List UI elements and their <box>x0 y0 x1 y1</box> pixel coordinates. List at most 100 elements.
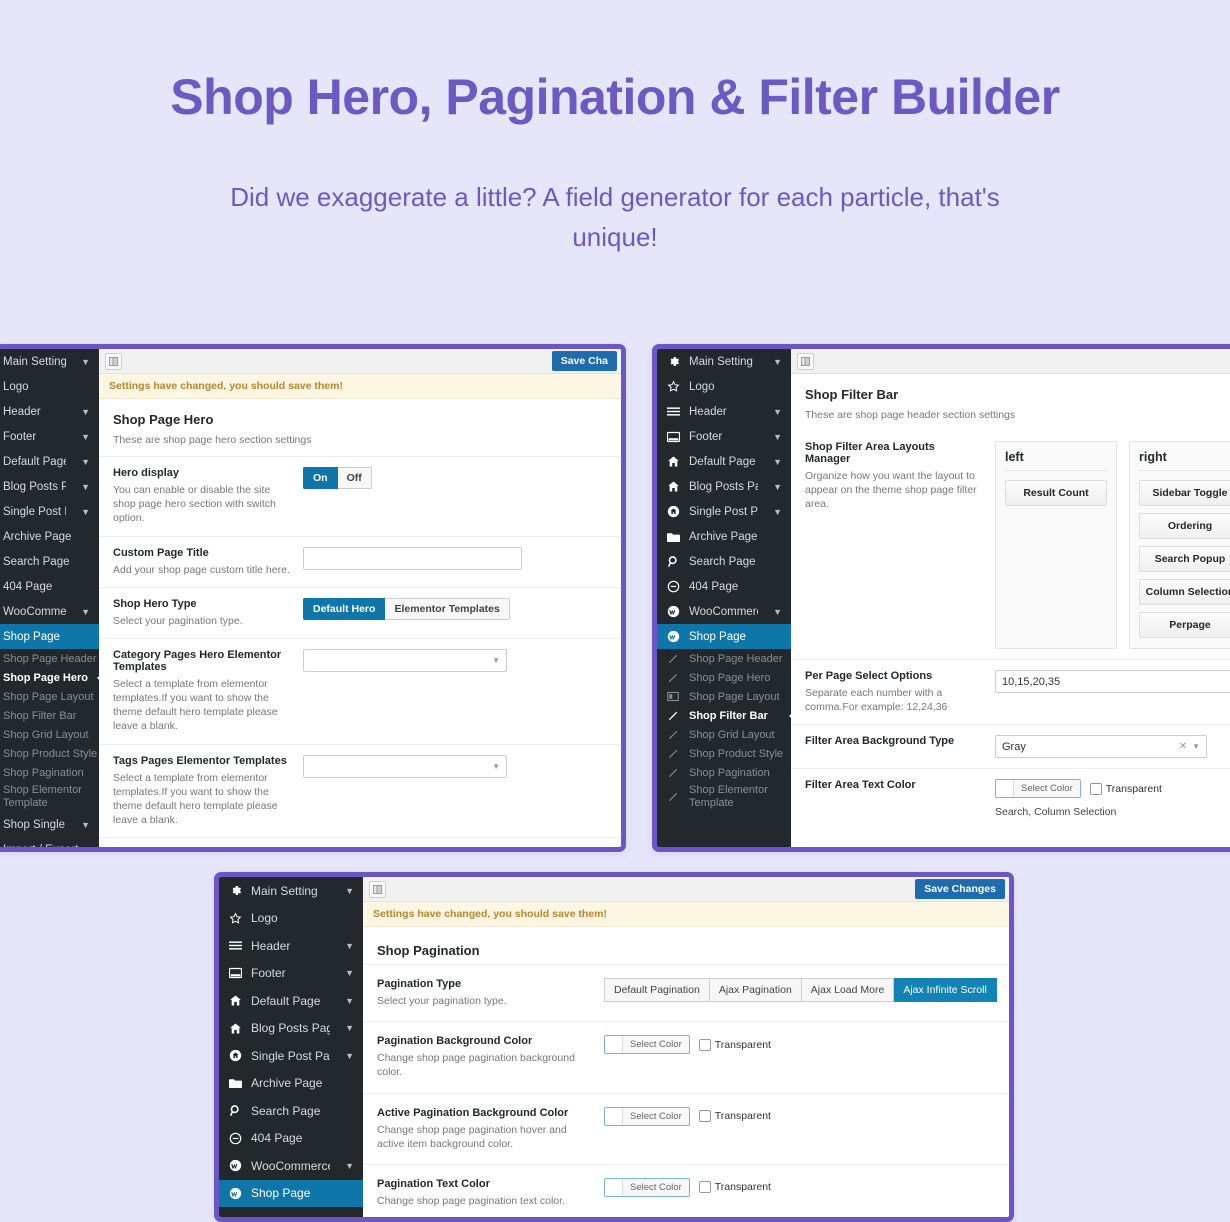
sidebar-item-woocommerce[interactable]: WooCommerce ▼ <box>219 1152 363 1180</box>
sidebar-item-archive-page[interactable]: Archive Page <box>0 524 99 549</box>
sidebar-item-main-setting[interactable]: Main Setting ▼ <box>219 877 363 905</box>
sidebar-subitem-shop-pagination[interactable]: Shop Pagination <box>657 763 791 782</box>
sidebar-item-default-page[interactable]: Default Page ▼ <box>0 449 99 474</box>
select-color-button[interactable]: Select Color <box>995 779 1081 799</box>
sidebar-item-shop-page[interactable]: Shop Page <box>0 624 99 649</box>
sidebar-item-search-page[interactable]: Search Page <box>657 549 791 574</box>
save-changes-button[interactable]: Save Changes <box>915 879 1005 899</box>
sidebar-item-footer[interactable]: Footer ▼ <box>219 960 363 988</box>
transparent-checkbox-wrap[interactable]: Transparent <box>1089 782 1162 795</box>
transparent-checkbox-wrap[interactable]: Transparent <box>698 1181 771 1194</box>
sidebar-item-label: Search Page <box>251 1103 321 1118</box>
sidebar-item-woocommerce[interactable]: WooCommerce ▼ <box>657 599 791 624</box>
sidebar-item-404-page[interactable]: 404 Page <box>219 1125 363 1153</box>
hero-type-default-button[interactable]: Default Hero <box>303 597 386 620</box>
hero-display-off-button[interactable]: Off <box>337 467 372 489</box>
sidebar-subitem-shop-page-hero[interactable]: Shop Page Hero <box>657 668 791 687</box>
sidebar-item-shop-single-page[interactable]: Shop Single Page ▼ <box>0 812 99 837</box>
sidebar-subitem-shop-filter-bar[interactable]: Shop Filter Bar <box>0 706 99 725</box>
collapse-panel-icon[interactable] <box>369 880 386 898</box>
sidebar-subitem-label: Shop Page Header <box>3 652 97 665</box>
sortable-item-ordering[interactable]: Ordering <box>1139 513 1230 539</box>
sidebar-subitem-shop-product-style[interactable]: Shop Product Style <box>0 744 99 763</box>
sidebar-item-default-page[interactable]: Default Page ▼ <box>219 987 363 1015</box>
sidebar-subitem-shop-filter-bar[interactable]: Shop Filter Bar <box>657 706 791 725</box>
sidebar-subitem-shop-page-header[interactable]: Shop Page Header <box>0 649 99 668</box>
sidebar-item-single-post-page[interactable]: Single Post Page ▼ <box>219 1042 363 1070</box>
sidebar-item-default-page[interactable]: Default Page ▼ <box>657 449 791 474</box>
sidebar-item-footer[interactable]: Footer ▼ <box>657 424 791 449</box>
sidebar-item-archive-page[interactable]: Archive Page <box>657 524 791 549</box>
sidebar-item-search-page[interactable]: Search Page <box>0 549 99 574</box>
transparent-checkbox-wrap[interactable]: Transparent <box>698 1110 771 1123</box>
sidebar-item-blog-posts-page[interactable]: Blog Posts Page ▼ <box>0 474 99 499</box>
sortable-item-search-popup[interactable]: Search Popup <box>1139 546 1230 572</box>
window-icon <box>666 430 680 444</box>
select-color-button[interactable]: Select Color <box>604 1177 690 1197</box>
sidebar-item-logo[interactable]: Logo <box>219 905 363 933</box>
sidebar-subitem-shop-elementor-template[interactable]: Shop Elementor Template <box>657 782 791 812</box>
sidebar-subitem-shop-page-layout[interactable]: Shop Page Layout <box>657 687 791 706</box>
sidebar-subitem-shop-elementor-template[interactable]: Shop Elementor Template <box>0 782 99 812</box>
sortable-item-column-selection[interactable]: Column Selection <box>1139 579 1230 605</box>
sidebar-item-shop-page[interactable]: Shop Page <box>657 624 791 649</box>
sortable-item-sidebar-toggle[interactable]: Sidebar Toggle <box>1139 480 1230 506</box>
per-page-select-options-input[interactable]: 10,15,20,35 <box>995 670 1230 693</box>
sidebar-item-search-page[interactable]: Search Page <box>219 1097 363 1125</box>
transparent-checkbox[interactable] <box>698 1038 711 1051</box>
select-color-button[interactable]: Select Color <box>604 1106 690 1126</box>
sortable-item-result-count[interactable]: Result Count <box>1005 480 1107 506</box>
save-changes-button[interactable]: Save Cha <box>551 351 617 371</box>
sidebar-item-main-setting[interactable]: Main Setting ▼ <box>0 349 99 374</box>
sidebar-item-label: Single Post Page <box>251 1048 330 1063</box>
sidebar-item-logo[interactable]: Logo <box>657 374 791 399</box>
sidebar-item-header[interactable]: Header ▼ <box>657 399 791 424</box>
pagination-type-ajax[interactable]: Ajax Pagination <box>709 978 802 1002</box>
sidebar-item-woocommerce[interactable]: WooCommerce ▼ <box>0 599 99 624</box>
transparent-checkbox[interactable] <box>1089 782 1102 795</box>
sidebar-item-label: Blog Posts Page <box>3 480 66 493</box>
sidebar-item-import-export[interactable]: Import / Export <box>0 837 99 848</box>
hero-type-elementor-button[interactable]: Elementor Templates <box>385 597 510 620</box>
pagination-type-ajax-infinite-scroll[interactable]: Ajax Infinite Scroll <box>894 978 997 1002</box>
field-description: Change shop page pagination hover and ac… <box>377 1123 567 1150</box>
sidebar-subitem-label: Shop Page Layout <box>3 690 94 703</box>
sidebar-item-blog-posts-page[interactable]: Blog Posts Page ▼ <box>657 474 791 499</box>
sidebar-item-logo[interactable]: Logo <box>0 374 99 399</box>
collapse-panel-icon[interactable] <box>105 352 122 370</box>
sidebar-subitem-shop-product-style[interactable]: Shop Product Style <box>657 744 791 763</box>
sidebar-item-main-setting[interactable]: Main Setting ▼ <box>657 349 791 374</box>
transparent-checkbox[interactable] <box>698 1181 711 1194</box>
sidebar-subitem-shop-page-header[interactable]: Shop Page Header <box>657 649 791 668</box>
sidebar-item-header[interactable]: Header ▼ <box>219 932 363 960</box>
sidebar-item-single-post-page[interactable]: Single Post Page ▼ <box>0 499 99 524</box>
section-title: Shop Filter Bar <box>805 387 899 402</box>
category-templates-select[interactable]: ▼ <box>303 648 507 672</box>
sidebar-item-404-page[interactable]: 404 Page <box>0 574 99 599</box>
sidebar-subitem-shop-grid-layout[interactable]: Shop Grid Layout <box>657 725 791 744</box>
collapse-panel-icon[interactable] <box>797 352 814 370</box>
custom-page-title-input[interactable] <box>303 546 522 570</box>
transparent-checkbox-wrap[interactable]: Transparent <box>698 1038 771 1051</box>
sidebar-item-archive-page[interactable]: Archive Page <box>219 1070 363 1098</box>
color-swatch <box>605 1036 623 1054</box>
sidebar-subitem-shop-page-hero[interactable]: Shop Page Hero <box>0 668 99 687</box>
select-color-button[interactable]: Select Color <box>604 1035 690 1055</box>
sidebar-item-single-post-page[interactable]: Single Post Page ▼ <box>657 499 791 524</box>
pagination-type-ajax-load-more[interactable]: Ajax Load More <box>801 978 895 1002</box>
filter-area-background-type-select[interactable]: Gray ✕ ▼ <box>995 735 1207 759</box>
sidebar-item-blog-posts-page[interactable]: Blog Posts Page ▼ <box>219 1015 363 1043</box>
pagination-type-default[interactable]: Default Pagination <box>604 978 710 1002</box>
sidebar-subitem-shop-grid-layout[interactable]: Shop Grid Layout <box>0 725 99 744</box>
sidebar-subitem-shop-pagination[interactable]: Shop Pagination <box>0 763 99 782</box>
tags-templates-select[interactable]: ▼ <box>303 754 507 778</box>
transparent-checkbox[interactable] <box>698 1110 711 1123</box>
sidebar-subitem-shop-page-layout[interactable]: Shop Page Layout <box>0 687 99 706</box>
clear-icon[interactable]: ✕ <box>1179 741 1187 752</box>
sortable-item-perpage[interactable]: Perpage <box>1139 612 1230 638</box>
hero-display-on-button[interactable]: On <box>303 467 338 489</box>
sidebar-item-header[interactable]: Header ▼ <box>0 399 99 424</box>
sidebar-item-footer[interactable]: Footer ▼ <box>0 424 99 449</box>
sidebar-item-shop-page[interactable]: Shop Page <box>219 1179 363 1207</box>
sidebar-item-404-page[interactable]: 404 Page <box>657 574 791 599</box>
